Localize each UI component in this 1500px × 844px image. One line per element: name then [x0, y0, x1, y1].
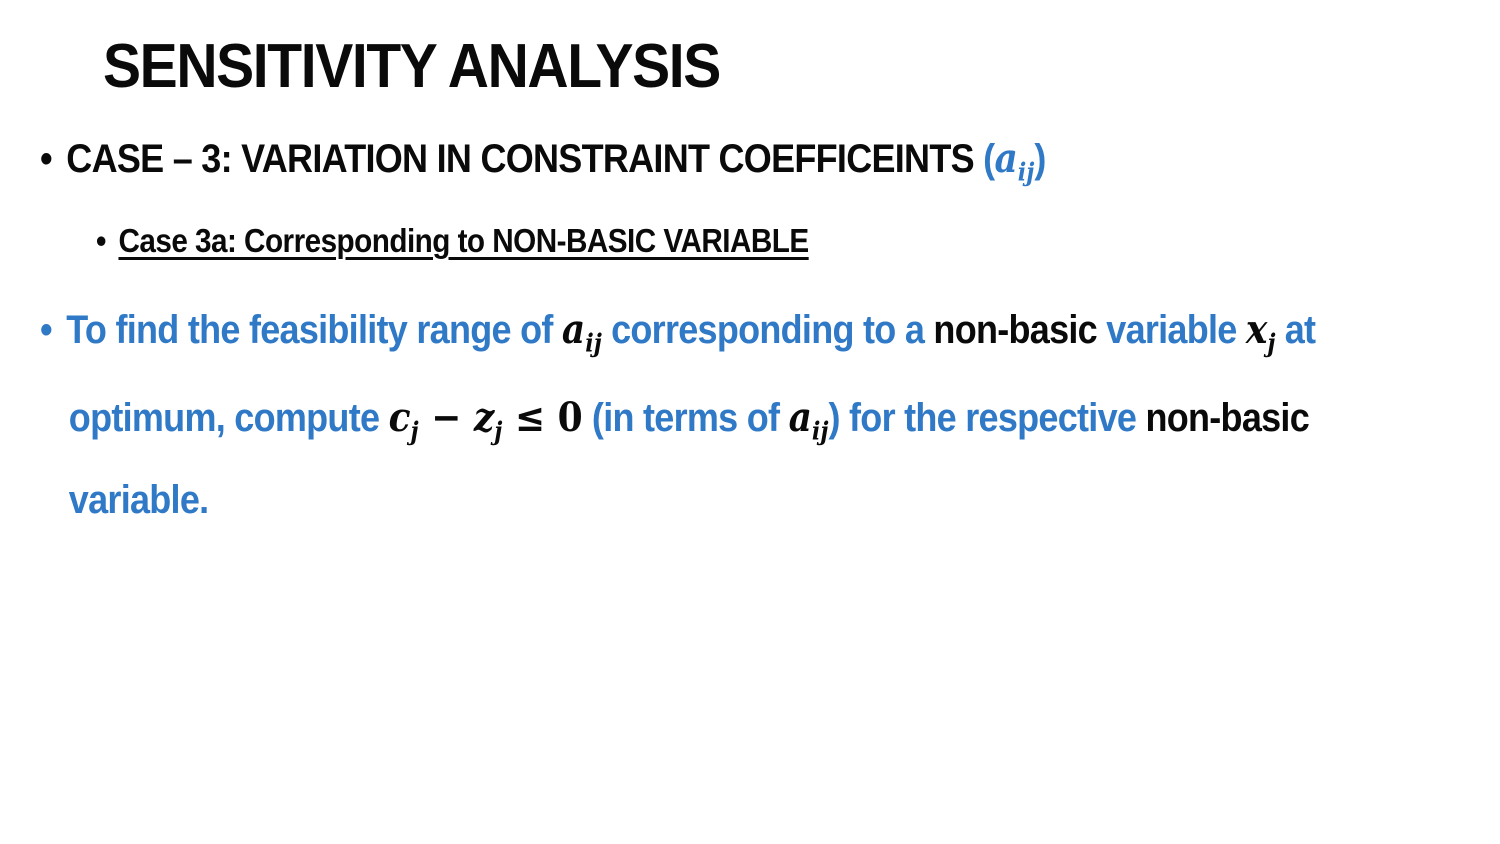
math-subscript: j [494, 416, 503, 446]
math-subscript: ij [811, 416, 829, 446]
math-var: a [561, 306, 586, 353]
math-var: x [1245, 306, 1268, 353]
text-segment: (in terms of [582, 396, 789, 440]
subcase-bullet: • Case 3a: Corresponding to NON-BASIC VAR… [96, 220, 809, 262]
math-subscript: ij [1017, 157, 1035, 187]
paragraph-line-2: optimum, compute cj − zj ≤ 0 (in terms o… [68, 394, 1310, 444]
case-bullet: • CASE – 3: VARIATION IN CONSTRAINT COEFF… [40, 134, 1046, 185]
slide-title: SENSITIVITY ANALYSIS [103, 32, 721, 101]
math-var: c [388, 394, 411, 441]
math-subscript: j [1267, 328, 1276, 358]
math-var: a [788, 394, 812, 441]
text-segment: optimum, compute [68, 396, 389, 440]
subcase-heading: Case 3a: Corresponding to NON-BASIC VARI… [118, 222, 809, 259]
math-operator: ≤ [502, 394, 558, 441]
math-number: 0 [557, 394, 583, 441]
math-aij: aij [788, 394, 829, 444]
bullet-dot-icon: • [96, 222, 106, 259]
text-segment: To find the feasibility range of [66, 308, 562, 352]
text-segment: corresponding to a [601, 308, 934, 352]
paragraph-line-1: • To find the feasibility range of aij co… [40, 306, 1316, 356]
text-segment: at [1275, 308, 1316, 352]
math-inequality: cj − zj ≤ 0 [388, 394, 583, 444]
math-subscript: ij [585, 328, 602, 358]
math-var: z [473, 394, 495, 441]
text-segment-highlight: non-basic [1145, 396, 1310, 440]
bullet-dot-icon: • [40, 308, 53, 352]
case-paren-close: ) [1034, 137, 1046, 181]
math-operator: − [418, 394, 474, 441]
text-segment: variable [1096, 308, 1246, 352]
math-aij: aij [561, 306, 602, 356]
slide: SENSITIVITY ANALYSIS • CASE – 3: VARIATIO… [0, 0, 1500, 844]
math-xj: xj [1245, 306, 1276, 356]
math-subscript: j [410, 416, 419, 446]
case-heading-text: CASE – 3: VARIATION IN CONSTRAINT COEFFI… [66, 137, 984, 181]
math-var: a [994, 135, 1018, 182]
case-paren-open: ( [983, 137, 995, 181]
text-segment-highlight: non-basic [933, 308, 1097, 352]
bullet-dot-icon: • [40, 137, 53, 181]
paragraph-line-3: variable. [68, 478, 209, 522]
text-segment: ) for the respective [828, 396, 1146, 440]
case-math-aij: aij [994, 135, 1034, 185]
